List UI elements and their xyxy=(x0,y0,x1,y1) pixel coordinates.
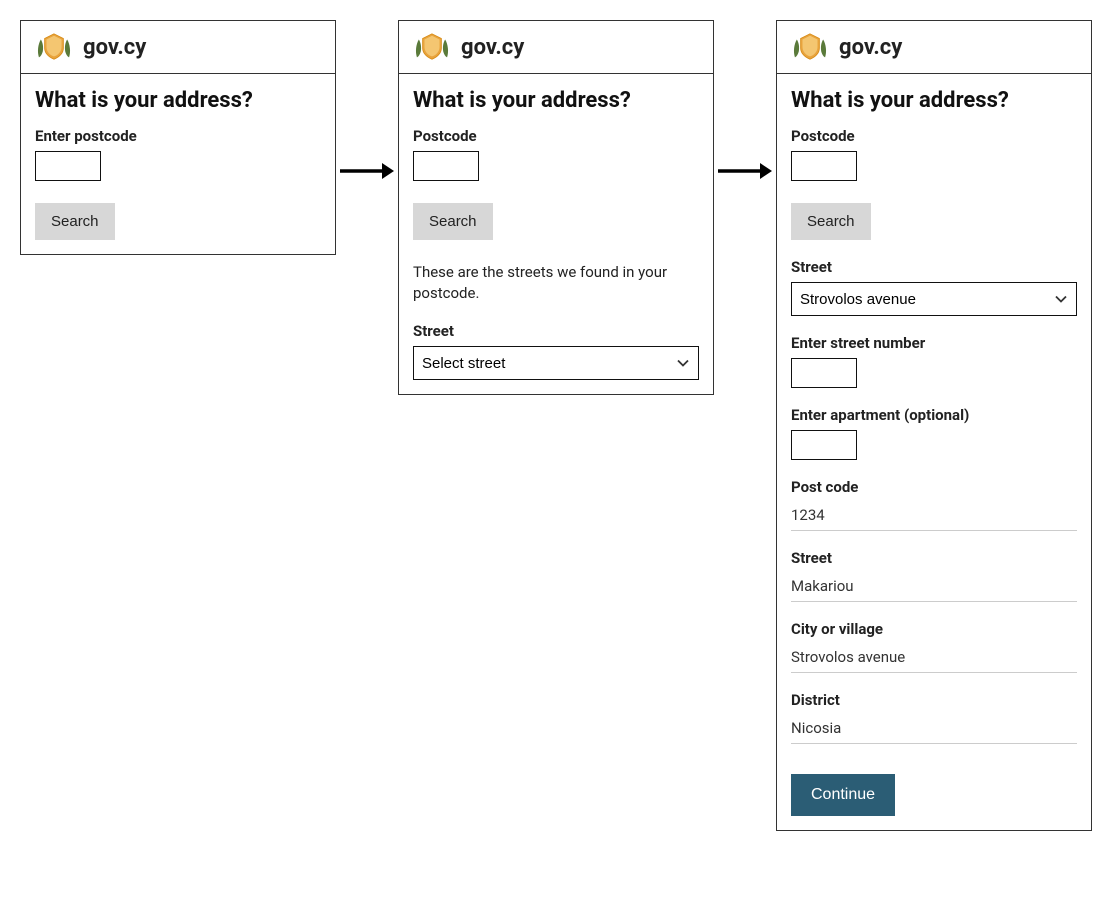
continue-button[interactable]: Continue xyxy=(791,774,895,816)
street-number-input[interactable] xyxy=(791,358,857,388)
street-select[interactable]: Select street xyxy=(413,346,699,380)
postcode-label: Enter postcode xyxy=(35,127,321,145)
postcode-display-value: 1234 xyxy=(791,506,1077,531)
arrow-icon xyxy=(336,20,398,182)
panel-body: What is your address? Postcode Search Th… xyxy=(399,74,713,394)
panel-header: gov.cy xyxy=(777,21,1091,74)
search-button[interactable]: Search xyxy=(413,203,493,240)
step2-panel: gov.cy What is your address? Postcode Se… xyxy=(398,20,714,395)
govcy-logo-icon xyxy=(35,31,73,63)
govcy-logo-icon xyxy=(791,31,829,63)
govcy-logo-icon xyxy=(413,31,451,63)
postcode-label: Postcode xyxy=(413,127,699,145)
city-value: Strovolos avenue xyxy=(791,648,1077,673)
postcode-display-label: Post code xyxy=(791,478,1077,496)
street-display-value: Makariou xyxy=(791,577,1077,602)
page-title: What is your address? xyxy=(413,88,699,113)
street-display-label: Street xyxy=(791,549,1077,567)
panel-header: gov.cy xyxy=(21,21,335,74)
district-value: Nicosia xyxy=(791,719,1077,744)
page-title: What is your address? xyxy=(791,88,1077,113)
search-button[interactable]: Search xyxy=(791,203,871,240)
address-flow-diagram: gov.cy What is your address? Enter postc… xyxy=(20,20,1083,831)
postcode-input[interactable] xyxy=(413,151,479,181)
panel-header: gov.cy xyxy=(399,21,713,74)
postcode-input[interactable] xyxy=(35,151,101,181)
apartment-input[interactable] xyxy=(791,430,857,460)
search-button[interactable]: Search xyxy=(35,203,115,240)
search-result-info: These are the streets we found in your p… xyxy=(413,262,699,304)
city-label: City or village xyxy=(791,620,1077,638)
panel-body: What is your address? Postcode Search St… xyxy=(777,74,1091,830)
step1-panel: gov.cy What is your address? Enter postc… xyxy=(20,20,336,255)
brand-text: gov.cy xyxy=(839,35,902,60)
brand-text: gov.cy xyxy=(461,35,524,60)
street-select[interactable]: Strovolos avenue xyxy=(791,282,1077,316)
street-label: Street xyxy=(413,322,699,340)
page-title: What is your address? xyxy=(35,88,321,113)
street-number-label: Enter street number xyxy=(791,334,1077,352)
step3-panel: gov.cy What is your address? Postcode Se… xyxy=(776,20,1092,831)
brand-text: gov.cy xyxy=(83,35,146,60)
district-label: District xyxy=(791,691,1077,709)
apartment-label: Enter apartment (optional) xyxy=(791,406,1077,424)
panel-body: What is your address? Enter postcode Sea… xyxy=(21,74,335,254)
postcode-label: Postcode xyxy=(791,127,1077,145)
postcode-input[interactable] xyxy=(791,151,857,181)
street-label: Street xyxy=(791,258,1077,276)
arrow-icon xyxy=(714,20,776,182)
